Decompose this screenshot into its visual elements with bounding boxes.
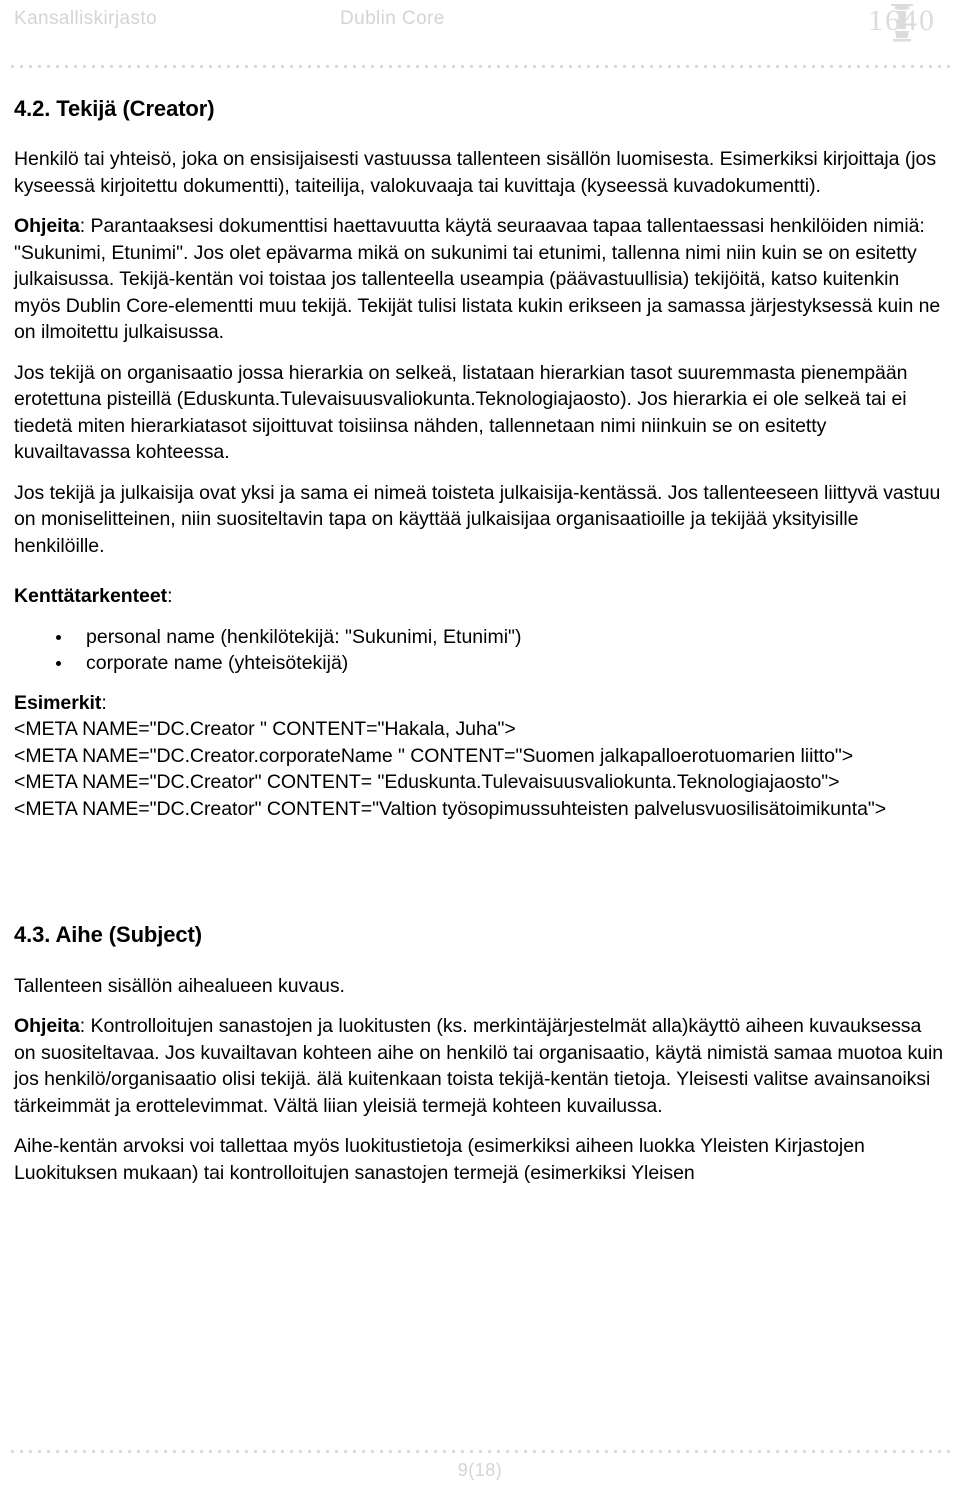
guidance-paragraph-2: Jos tekijä on organisaatio jossa hierark… [14, 361, 908, 464]
section-heading-creator: 4.2. Tekijä (Creator) [14, 96, 215, 121]
document-page: Kansalliskirjasto Dublin Core 1640 4.2. … [0, 0, 960, 1494]
footer-dotted-divider [8, 1449, 952, 1454]
library-logo: 1640 [854, 2, 950, 44]
header-organization: Kansalliskirjasto [14, 8, 158, 29]
example-meta-tag: <META NAME="DC.Creator " CONTENT="Hakala… [14, 718, 516, 741]
guidance-text: Parantaaksesi dokumenttisi haettavuutta … [14, 215, 941, 344]
subject-guidance-paragraph-1: Ohjeita: Kontrolloitujen sanastojen ja l… [14, 1013, 948, 1119]
examples-label: Esimerkit [14, 691, 102, 714]
examples-separator: : [101, 691, 107, 714]
list-item: personal name (henkilötekijä: "Sukunimi,… [56, 624, 948, 650]
document-body: 4.2. Tekijä (Creator) Henkilö tai yhteis… [14, 96, 948, 1186]
page-header: Kansalliskirjasto Dublin Core 1640 [0, 0, 960, 58]
example-meta-tag: <META NAME="DC.Creator.corporateName " C… [14, 744, 854, 767]
guidance-text: Kontrolloitujen sanastojen ja luokituste… [14, 1015, 944, 1117]
guidance-label: Ohjeita [14, 1015, 80, 1038]
guidance-label: Ohjeita [14, 215, 80, 238]
refinements-label: Kenttätarkenteet [14, 585, 168, 608]
examples-heading: Esimerkit: [14, 690, 948, 717]
refinements-separator: : [167, 585, 173, 608]
refinements-heading: Kenttätarkenteet: [14, 583, 948, 610]
header-dotted-divider [8, 64, 952, 69]
field-refinement-list: personal name (henkilötekijä: "Sukunimi,… [14, 624, 948, 676]
section-definition-creator: Henkilö tai yhteisö, joka on ensisijaise… [14, 148, 937, 197]
pillar-emblem-icon [891, 4, 913, 42]
guidance-paragraph-3: Jos tekijä ja julkaisija ovat yksi ja sa… [14, 481, 941, 557]
guidance-separator: : [79, 215, 91, 238]
example-meta-tag: <META NAME="DC.Creator" CONTENT= "Edusku… [14, 771, 840, 794]
guidance-paragraph-1: Ohjeita: Parantaaksesi dokumenttisi haet… [14, 213, 948, 346]
guidance-separator: : [79, 1015, 91, 1038]
subject-guidance-paragraph-2: Aihe-kentän arvoksi voi tallettaa myös l… [14, 1135, 865, 1184]
page-footer: 9(18) [0, 1460, 960, 1481]
page-number: 9(18) [457, 1460, 503, 1480]
example-meta-tag: <META NAME="DC.Creator" CONTENT="Valtion… [14, 797, 887, 820]
section-heading-subject: 4.3. Aihe (Subject) [14, 922, 202, 948]
header-document-title: Dublin Core [340, 8, 445, 29]
section-definition-subject: Tallenteen sisällön aihealueen kuvaus. [14, 974, 345, 997]
list-item: corporate name (yhteisötekijä) [56, 650, 948, 676]
